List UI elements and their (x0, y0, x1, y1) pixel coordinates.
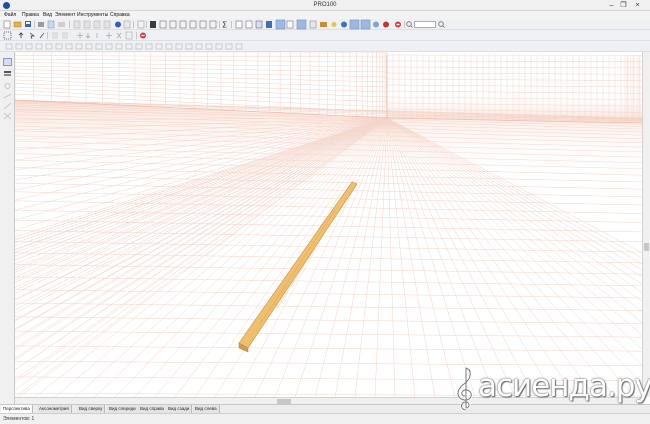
select-arrow-icon[interactable] (3, 58, 12, 66)
tab-left-view[interactable]: Вид слева (193, 405, 220, 413)
window-title: PRO100 (313, 2, 337, 8)
menu-edit[interactable]: Правка (22, 12, 39, 18)
menu-element[interactable]: Элемент (55, 12, 75, 18)
tab-top-view[interactable]: Вид сверху (77, 405, 106, 413)
align-toolbar-icons (5, 43, 243, 50)
edit-toolbar-icons (3, 31, 146, 40)
menu-file[interactable]: Файл (4, 12, 16, 18)
toolbar-icons: Σ (3, 19, 445, 30)
menu-help[interactable]: Справка (110, 12, 130, 18)
new-file-icon (3, 20, 11, 29)
save-icon (25, 21, 31, 27)
watermark: асиенда.ру (448, 364, 650, 414)
vertical-scroll-thumb[interactable] (644, 243, 649, 251)
perspective-viewport[interactable] (15, 52, 642, 397)
layer-tool-icon[interactable] (3, 70, 12, 78)
tab-front-view[interactable]: Вид спереди (107, 405, 139, 413)
tab-perspective[interactable]: Перспектива (1, 405, 33, 413)
rotate-tool-icon[interactable] (3, 82, 12, 90)
left-tool-strip (0, 52, 15, 404)
tab-right-view[interactable]: Вид справа (138, 405, 167, 413)
vertical-scrollbar[interactable] (642, 52, 650, 397)
align-toolbar (0, 41, 650, 52)
sigma-icon: Σ (222, 21, 227, 30)
menu-bar: Файл Правка Вид Элемент Инструменты Спра… (0, 11, 650, 19)
open-folder-icon (13, 21, 22, 28)
element-count: Элементов: 1 (3, 416, 35, 422)
scale-tool-icon[interactable] (3, 102, 12, 110)
redo-icon (62, 32, 68, 39)
room-scene[interactable] (15, 52, 642, 397)
menu-view[interactable]: Вид (43, 12, 52, 18)
svg-text:Σ: Σ (222, 21, 227, 30)
zoom-out-icon (438, 21, 445, 28)
title-bar: PRO100 – ❐ × (0, 0, 650, 11)
main-toolbar: Σ (0, 19, 650, 30)
menu-tools[interactable]: Инструменты (77, 12, 108, 18)
floor-shade (15, 100, 642, 397)
magnifier-icon (406, 21, 413, 28)
maximize-button[interactable]: ❐ (618, 1, 629, 10)
move-tool-icon[interactable] (3, 92, 12, 100)
status-bar: Элементов: 1 (0, 413, 650, 424)
watermark-text: асиенда.ру (478, 368, 650, 404)
undo-icon (52, 32, 58, 39)
minimize-button[interactable]: – (606, 1, 617, 10)
edit-toolbar (0, 30, 650, 41)
print-icon (38, 22, 44, 27)
close-button[interactable]: × (632, 1, 643, 10)
treble-clef-logo-icon (456, 365, 473, 412)
stop-icon (395, 21, 401, 28)
cut-tool-icon[interactable] (3, 112, 12, 120)
tab-axonometry[interactable]: Аксонометрия (37, 405, 72, 413)
back-wall-shade (387, 55, 642, 122)
zoom-combo[interactable] (414, 21, 436, 28)
tab-back-view[interactable]: Вид сзади (166, 405, 193, 413)
